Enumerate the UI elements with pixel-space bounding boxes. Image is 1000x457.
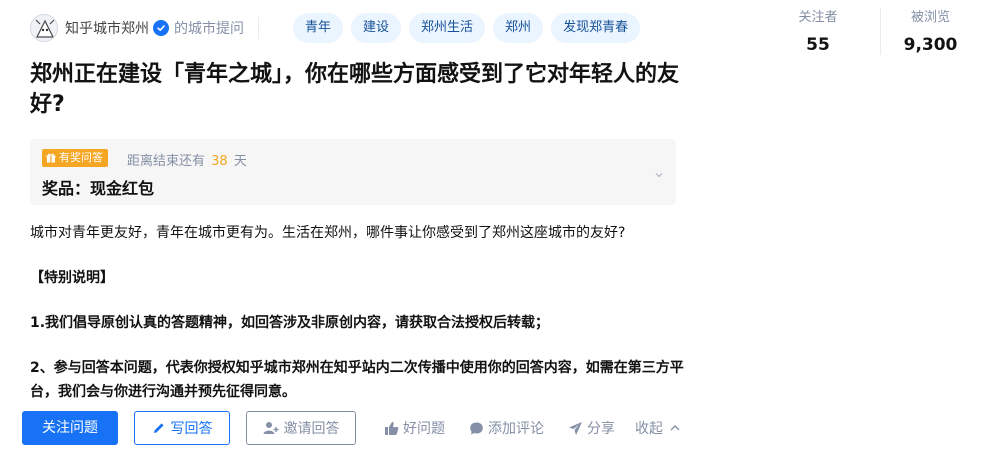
- asker-suffix: 的城市提问: [174, 21, 244, 37]
- gift-icon: [46, 153, 56, 163]
- topic-tag[interactable]: 青年: [293, 13, 344, 43]
- followers-label: 关注者: [798, 10, 838, 25]
- reward-badge-label: 有奖问答: [59, 151, 103, 164]
- question-stats: 关注者 55 被浏览 9,300: [780, 8, 980, 55]
- header-divider: [258, 17, 259, 39]
- write-answer-button[interactable]: 写回答: [134, 411, 230, 445]
- topic-tag[interactable]: 郑州生活: [409, 13, 486, 43]
- avatar-illustration-icon: [31, 15, 57, 41]
- asker-avatar[interactable]: [30, 14, 58, 42]
- reward-card[interactable]: 有奖问答 距离结束还有 38 天 奖品：现金红包: [30, 139, 676, 205]
- invite-answer-label: 邀请回答: [283, 421, 340, 437]
- reward-prize: 奖品：现金红包: [42, 179, 155, 198]
- question-description: 城市对青年更友好，青年在城市更有为。生活在郑州，哪件事让你感受到了郑州这座城市的…: [30, 221, 710, 404]
- reward-deadline: 距离结束还有 38 天: [127, 150, 247, 169]
- description-heading: 【特别说明】: [30, 270, 114, 286]
- follow-question-button[interactable]: 关注问题: [22, 411, 118, 445]
- good-question-label: 好问题: [403, 421, 445, 437]
- collapse-label: 收起: [635, 421, 663, 437]
- chevron-up-icon: [670, 425, 680, 431]
- topic-tags: 青年 建设 郑州生活 郑州 发现郑青春: [293, 13, 641, 43]
- topic-tag[interactable]: 郑州: [493, 13, 544, 43]
- write-answer-label: 写回答: [170, 421, 213, 437]
- add-comment-button[interactable]: 添加评论: [469, 418, 544, 438]
- description-item-1: 1.我们倡导原创认真的答题精神，如回答涉及非原创内容，请获取合法授权后转载；: [30, 315, 550, 331]
- description-intro: 城市对青年更友好，青年在城市更有为。生活在郑州，哪件事让你感受到了郑州这座城市的…: [30, 225, 626, 241]
- reward-badge: 有奖问答: [42, 149, 108, 167]
- thumbs-up-icon: [385, 421, 399, 435]
- asker-info: 知乎城市郑州 的城市提问: [30, 12, 259, 44]
- deadline-days: 38: [211, 154, 228, 169]
- deadline-unit: 天: [233, 154, 247, 169]
- question-title: 郑州正在建设「青年之城」，你在哪些方面感受到了它对年轻人的友好?: [30, 62, 680, 117]
- views-label: 被浏览: [910, 10, 950, 25]
- topic-tag[interactable]: 建设: [351, 13, 402, 43]
- views-count: 9,300: [903, 35, 958, 55]
- invite-answer-button[interactable]: 邀请回答: [246, 411, 356, 445]
- share-label: 分享: [587, 421, 615, 437]
- add-comment-label: 添加评论: [488, 421, 544, 437]
- share-button[interactable]: 分享: [568, 418, 615, 438]
- views-stat: 被浏览 9,300: [880, 8, 980, 55]
- followers-count: 55: [806, 35, 830, 55]
- good-question-button[interactable]: 好问题: [384, 418, 445, 438]
- topic-tag[interactable]: 发现郑青春: [551, 13, 641, 43]
- paper-plane-icon: [569, 421, 582, 435]
- collapse-button[interactable]: 收起: [635, 418, 681, 438]
- deadline-prefix: 距离结束还有: [127, 154, 206, 169]
- question-actions: 关注问题 写回答 邀请回答 好问题 添加评论 分享 收起: [22, 411, 681, 445]
- chevron-down-icon[interactable]: [654, 165, 664, 184]
- verified-badge-icon: [153, 20, 169, 36]
- comment-icon: [470, 422, 483, 434]
- followers-stat[interactable]: 关注者 55: [780, 8, 880, 55]
- description-item-2: 2、参与回答本问题，代表你授权知乎城市郑州在知乎站内二次传播中使用你的回答内容，…: [30, 360, 684, 400]
- invite-user-icon: [263, 422, 278, 434]
- pencil-icon: [153, 423, 164, 433]
- asker-name[interactable]: 知乎城市郑州: [65, 18, 149, 38]
